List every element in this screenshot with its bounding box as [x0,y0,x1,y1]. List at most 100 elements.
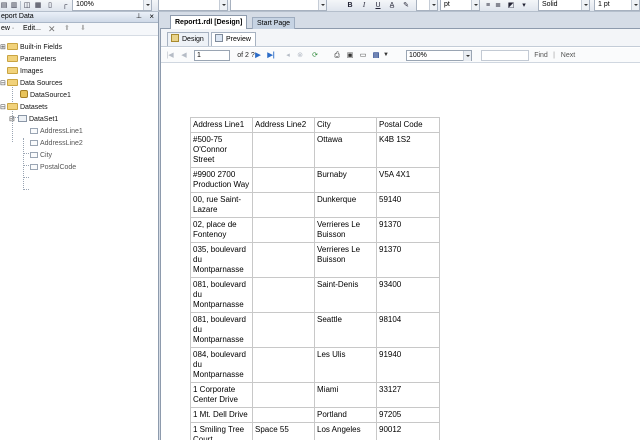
table-row: 081, boulevard du Montparnasse Seattle 981… [190,312,440,348]
move-up-icon[interactable]: ⬆ [64,23,70,35]
table-cell [252,192,315,218]
folder-icon [7,67,18,74]
table-header-row: Address Line1 Address Line2 City Postal Cod… [190,117,440,133]
italic-button[interactable]: I [360,1,368,10]
table-cell: Seattle [314,312,377,348]
font-color-icon[interactable]: A̲ [386,1,398,10]
line-style-combo[interactable]: Solid [538,0,590,11]
export-icon[interactable]: ▤ [371,50,381,61]
tree-datasource1[interactable]: DataSource1 [20,90,71,101]
line-width-combo[interactable]: 1 pt [594,0,640,11]
tab-start-page[interactable]: Start Page [252,17,296,29]
toolbar-icon-5[interactable]: ▯ [46,1,54,10]
toolbar-icon-1[interactable]: ▤ [0,1,8,10]
toolbar-icon-2[interactable]: ▥ [10,1,18,10]
field-icon [30,164,38,170]
find-next-button[interactable]: Next [559,50,577,61]
page-number-input[interactable]: 1 [194,50,230,61]
align-center-icon[interactable]: ≣ [494,1,502,10]
field-label: AddressLine1 [40,128,83,135]
next-page-button[interactable]: ▶ [254,50,262,61]
table-row: 02, place de Fontenoy Verrieres Le Buisso… [190,217,440,243]
table-cell [252,277,315,313]
close-icon[interactable]: × [149,12,154,22]
report-designer: Design Preview |◀ ◀ 1 of 2 ? ▶ ▶| ◂ ⊗ ⟳ … [160,29,640,440]
align-left-icon[interactable]: ≡ [484,1,492,10]
formatting-toolbar: ▤ ▥ ◫ ▦ ▯ ┌ 100% B I U A̲ ✎ pt ≡ ≣ ◩ ▾ S… [0,0,640,12]
tree-field-postalcode[interactable]: PostalCode [30,162,76,173]
table-cell [252,217,315,243]
zoom-combo[interactable]: 100% [72,0,152,11]
font-name-combo[interactable] [230,0,327,11]
fill-color-icon[interactable]: ◩ [506,1,516,10]
last-page-button[interactable]: ▶| [266,50,276,61]
toolbar-icon-4[interactable]: ▦ [34,1,42,10]
table-cell: Miami [314,382,377,408]
back-button[interactable]: ◂ [284,50,292,61]
tree-builtin-fields[interactable]: Built-in Fields [7,42,62,53]
tab-report1-design[interactable]: Report1.rdl [Design] [170,15,248,29]
pin-icon[interactable]: ⊥ [136,12,142,22]
tree-images[interactable]: Images [7,66,43,77]
tree-datasets[interactable]: Datasets [7,102,48,113]
highlight-icon[interactable]: ✎ [400,1,412,10]
table-cell: Portland [314,407,377,423]
column-header: City [314,117,377,133]
find-button[interactable]: Find [533,50,549,61]
new-menu[interactable]: ew · [1,23,14,35]
table-row: #9900 2700 Production Way Burnaby V5A 4X1 [190,167,440,193]
print-icon[interactable]: ⎙ [332,50,342,61]
field-label: AddressLine2 [40,140,83,147]
folder-icon [7,43,18,50]
toolbar-icon-6[interactable]: ┌ [60,1,70,10]
delete-icon[interactable]: ✕ [48,23,56,35]
preview-tab-label: Preview [226,36,251,43]
tree-dataset1[interactable]: DataSet1 [18,114,58,125]
table-cell: 1 Mt. Dell Drive [190,407,253,423]
table-cell [252,407,315,423]
stop-icon[interactable]: ⊗ [296,50,304,61]
first-page-button[interactable]: |◀ [165,50,175,61]
find-separator: | [553,52,555,59]
table-cell: Verrieres Le Buisson [314,217,377,243]
builtin-fields-label: Built-in Fields [20,44,63,51]
pt-combo[interactable]: pt [440,0,480,11]
table-cell [252,167,315,193]
tree-data-sources[interactable]: Data Sources [7,78,62,89]
table-row: 1 Corporate Center Drive Miami 33127 [190,382,440,408]
edit-button[interactable]: Edit... [23,23,41,35]
page-setup-icon[interactable]: ▭ [358,50,368,61]
tree-field-addressline1[interactable]: AddressLine1 [30,126,83,137]
line-width-value: 1 pt [598,1,610,8]
border-color-icon[interactable]: ▾ [520,1,528,10]
table-cell: #500-75 O'Connor Street [190,132,253,168]
tree-field-city[interactable]: City [30,150,52,161]
bold-button[interactable]: B [346,1,354,10]
refresh-icon[interactable]: ⟳ [310,50,320,61]
move-down-icon[interactable]: ⬇ [80,23,86,35]
export-dropdown[interactable]: ▼ [382,50,390,61]
table-cell: 93400 [376,277,440,313]
print-layout-icon[interactable]: ▣ [345,50,355,61]
tree-field-addressline2[interactable]: AddressLine2 [30,138,83,149]
table-cell: Les Ulis [314,347,377,383]
zoom-select[interactable]: 100% [406,50,472,61]
previous-page-button[interactable]: ◀ [179,50,189,61]
table-cell [252,132,315,168]
table-cell: Space 55 [252,422,315,440]
designer-subtabs: Design Preview [161,29,640,47]
font-size-combo[interactable] [416,0,438,11]
table-cell [252,347,315,383]
font-family-combo[interactable] [158,0,228,11]
table-cell: 00, rue Saint-Lazare [190,192,253,218]
datasource-icon [20,90,28,98]
underline-button[interactable]: U [374,1,382,10]
tab-design[interactable]: Design [167,32,209,46]
tree-parameters[interactable]: Parameters [7,54,56,65]
toolbar-icon-3[interactable]: ◫ [22,1,32,10]
find-text-input[interactable] [481,50,529,61]
table-cell: 90012 [376,422,440,440]
zoom-combo-value: 100% [76,1,94,8]
font-size-small-combo[interactable] [330,0,342,11]
tab-preview[interactable]: Preview [211,32,256,46]
